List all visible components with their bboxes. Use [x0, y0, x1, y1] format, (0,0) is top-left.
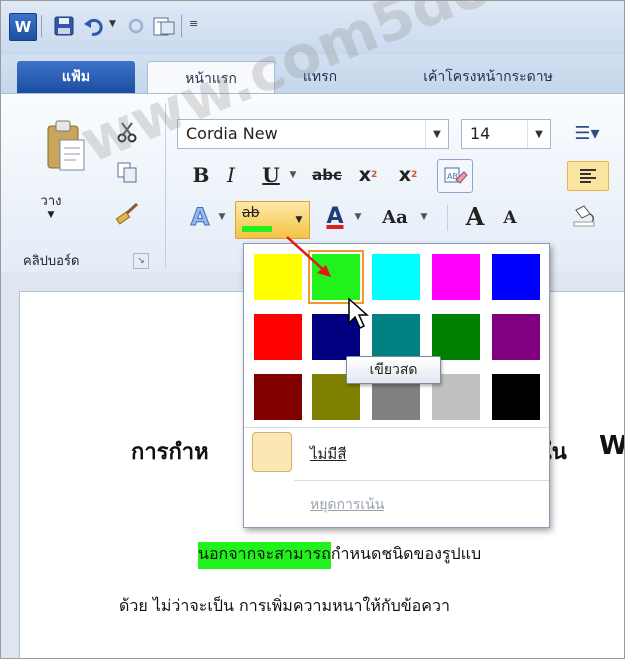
- underline-button[interactable]: U: [257, 161, 285, 189]
- font-color-button[interactable]: A: [319, 199, 351, 233]
- format-painter-icon[interactable]: [113, 199, 143, 227]
- title-bar: W ▼ ≡: [1, 1, 624, 55]
- clipboard-group-label: คลิปบอร์ด: [23, 253, 80, 269]
- group-divider: [165, 103, 166, 269]
- swatch-blue[interactable]: [492, 254, 540, 300]
- font-name-dropdown-icon[interactable]: ▼: [425, 120, 448, 148]
- copy-icon[interactable]: [113, 159, 141, 185]
- swatch-dark-red[interactable]: [254, 374, 302, 420]
- cut-icon[interactable]: [113, 119, 141, 145]
- highlighted-text[interactable]: นอกจากจะสามารถ: [198, 542, 331, 569]
- bullets-icon[interactable]: ☰▾: [567, 119, 607, 147]
- font-name-combo[interactable]: Cordia New ▼: [177, 119, 449, 149]
- customize-qa-icon[interactable]: ≡: [189, 17, 198, 30]
- align-left-icon[interactable]: [567, 161, 609, 191]
- word-logo-icon[interactable]: W: [9, 13, 37, 41]
- menu-separator: [294, 480, 549, 481]
- swatch-turquoise[interactable]: [372, 254, 420, 300]
- undo-icon[interactable]: [81, 13, 107, 39]
- highlight-color-menu: ไม่มีสี หยุดการเน้น: [243, 243, 550, 528]
- qa-separator: [181, 15, 182, 37]
- document-line-2[interactable]: ด้วย ไม่ว่าจะเป็น การเพิ่มความหนาให้กับข…: [119, 594, 450, 619]
- swatch-pink[interactable]: [432, 254, 480, 300]
- subscript-mark: 2: [371, 170, 378, 180]
- swatch-teal[interactable]: [372, 314, 420, 360]
- strikethrough-button[interactable]: abc: [307, 161, 347, 189]
- save-icon[interactable]: [51, 13, 77, 39]
- undo-dropdown-icon[interactable]: ▼: [109, 19, 116, 29]
- shrink-font-button[interactable]: A: [495, 203, 525, 233]
- menu-separator: [244, 427, 549, 428]
- clipboard-launcher-icon[interactable]: ↘: [133, 253, 149, 269]
- tab-insert[interactable]: แทรก: [285, 61, 355, 93]
- tab-file[interactable]: แฟ้ม: [17, 61, 135, 93]
- tab-page-layout[interactable]: เค้าโครงหน้ากระดาษ: [373, 61, 603, 93]
- group-divider: [447, 205, 448, 231]
- no-color-swatch[interactable]: [252, 432, 292, 472]
- text-effects-dropdown-icon[interactable]: ▼: [215, 207, 229, 227]
- swatch-red[interactable]: [254, 314, 302, 360]
- paste-dropdown-icon[interactable]: ▼: [41, 209, 61, 221]
- font-size-dropdown-icon[interactable]: ▼: [527, 120, 550, 148]
- superscript-button[interactable]: x2: [391, 161, 425, 189]
- paste-label[interactable]: วาง: [31, 191, 71, 209]
- superscript-mark: 2: [411, 170, 418, 180]
- text-effects-icon[interactable]: A: [185, 201, 215, 233]
- qa-separator: [41, 15, 42, 37]
- print-preview-icon[interactable]: [151, 13, 177, 39]
- highlight-color-bar: [242, 226, 272, 232]
- document-heading-end: W: [599, 431, 625, 461]
- swatch-violet[interactable]: [492, 314, 540, 360]
- change-case-button[interactable]: Aa: [373, 201, 417, 233]
- italic-button[interactable]: I: [217, 161, 245, 189]
- stop-highlighting-item[interactable]: หยุดการเน้น: [310, 494, 384, 516]
- bold-button[interactable]: B: [187, 161, 215, 189]
- pointer-arrow-icon: [286, 236, 331, 277]
- ribbon-tabs: แฟ้ม หน้าแรก แทรก เค้าโครงหน้ากระดาษ: [1, 55, 624, 95]
- word-window: W ▼ ≡ แฟ้ม หน้าแรก แทรก เค้าโครงหน้ากระด…: [0, 0, 625, 659]
- underline-dropdown-icon[interactable]: ▼: [285, 165, 301, 185]
- subscript-glyph: x: [358, 164, 371, 186]
- font-size-combo[interactable]: 14 ▼: [461, 119, 551, 149]
- superscript-glyph: x: [398, 164, 411, 186]
- tab-home[interactable]: หน้าแรก: [147, 61, 275, 95]
- clear-formatting-icon[interactable]: AB: [437, 159, 473, 193]
- change-case-dropdown-icon[interactable]: ▼: [417, 207, 431, 227]
- mouse-cursor-icon: [348, 297, 369, 330]
- font-color-dropdown-icon[interactable]: ▼: [351, 207, 365, 227]
- document-line-1[interactable]: นอกจากจะสามารถกำหนดชนิดของรูปแบ: [198, 542, 482, 569]
- no-color-item[interactable]: ไม่มีสี: [310, 442, 346, 466]
- paste-icon[interactable]: [39, 113, 91, 179]
- highlight-glyph: ab: [242, 205, 260, 221]
- line-1-rest: กำหนดชนิดของรูปแบ: [330, 544, 482, 563]
- tooltip: เขียวสด: [346, 356, 441, 384]
- subscript-button[interactable]: x2: [351, 161, 385, 189]
- grow-font-button[interactable]: A: [459, 199, 491, 233]
- document-heading-start: การกำห: [131, 440, 209, 465]
- swatch-black[interactable]: [492, 374, 540, 420]
- redo-icon[interactable]: [123, 13, 149, 39]
- font-name-value: Cordia New: [186, 124, 278, 143]
- swatch-green[interactable]: [432, 314, 480, 360]
- shading-icon[interactable]: [567, 201, 607, 231]
- font-size-value: 14: [470, 124, 491, 143]
